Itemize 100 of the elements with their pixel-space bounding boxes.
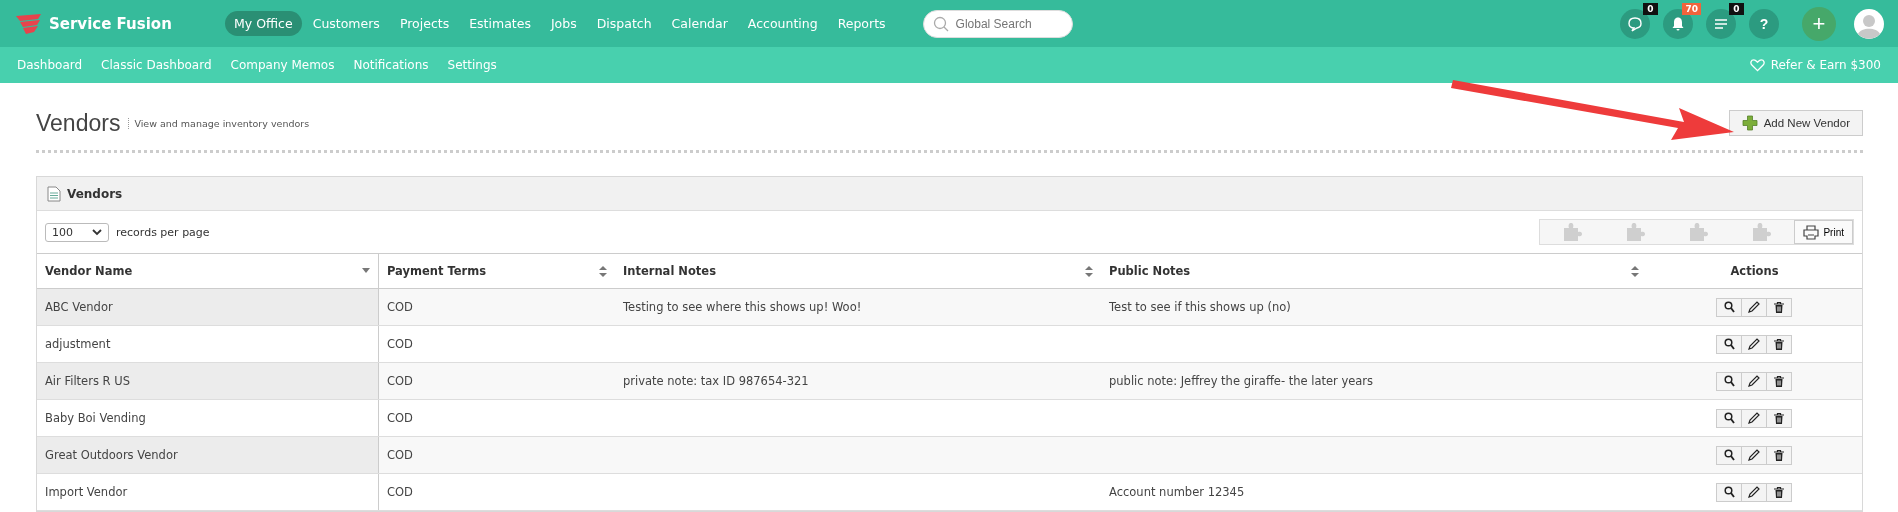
search-icon bbox=[1723, 301, 1735, 313]
search-icon bbox=[1723, 375, 1735, 387]
edit-button[interactable] bbox=[1741, 371, 1767, 391]
help-button[interactable]: ? bbox=[1749, 8, 1779, 39]
refer-link[interactable]: Refer & Earn $300 bbox=[1749, 58, 1881, 72]
table-cell: adjustment bbox=[37, 325, 379, 363]
view-button[interactable] bbox=[1716, 445, 1742, 465]
trash-icon bbox=[1774, 412, 1784, 424]
trash-icon bbox=[1774, 375, 1784, 387]
edit-button[interactable] bbox=[1741, 334, 1767, 354]
pencil-icon bbox=[1748, 486, 1760, 498]
subnav-link[interactable]: Classic Dashboard bbox=[101, 58, 212, 72]
pencil-icon bbox=[1748, 301, 1760, 313]
add-vendor-button[interactable]: Add New Vendor bbox=[1728, 110, 1863, 136]
table-cell: COD bbox=[378, 436, 615, 474]
edit-button[interactable] bbox=[1741, 482, 1767, 502]
add-button[interactable]: + bbox=[1802, 6, 1836, 41]
document-icon bbox=[47, 185, 61, 202]
column-header[interactable]: Payment Terms bbox=[378, 253, 615, 289]
subnav-link[interactable]: Dashboard bbox=[17, 58, 83, 72]
plus-icon bbox=[1741, 115, 1758, 131]
nav-tab[interactable]: Jobs bbox=[541, 11, 586, 36]
nav-tab[interactable]: Projects bbox=[390, 11, 459, 36]
edit-button[interactable] bbox=[1741, 408, 1767, 428]
search-icon bbox=[1723, 449, 1735, 461]
trash-icon bbox=[1774, 338, 1784, 350]
view-button[interactable] bbox=[1716, 297, 1742, 317]
subnav-link[interactable]: Notifications bbox=[353, 58, 429, 72]
sort-icon bbox=[1631, 265, 1639, 277]
pencil-icon bbox=[1748, 449, 1760, 461]
pencil-icon bbox=[1748, 338, 1760, 350]
column-header[interactable]: Vendor Name bbox=[37, 253, 379, 289]
subnav-link[interactable]: Settings bbox=[447, 58, 497, 72]
sort-icon bbox=[1085, 265, 1093, 277]
count-badge: 70 bbox=[1682, 2, 1701, 15]
search-icon bbox=[1723, 412, 1735, 424]
delete-button[interactable] bbox=[1766, 482, 1792, 502]
brand-name: Service Fusion bbox=[49, 14, 172, 33]
speech-bubble-icon bbox=[1627, 15, 1643, 32]
pencil-icon bbox=[1748, 375, 1760, 387]
table-cell: Great Outdoors Vendor bbox=[37, 436, 379, 474]
table-cell: Account number 12345 bbox=[1109, 485, 1245, 499]
count-badge: 0 bbox=[1643, 2, 1658, 15]
edit-button[interactable] bbox=[1741, 445, 1767, 465]
bell-icon bbox=[1670, 15, 1686, 32]
nav-tab[interactable]: My Office bbox=[225, 11, 302, 36]
records-per-page-label: records per page bbox=[116, 225, 210, 239]
delete-button[interactable] bbox=[1766, 408, 1792, 428]
search-icon bbox=[1723, 486, 1735, 498]
delete-button[interactable] bbox=[1766, 334, 1792, 354]
nav-tab[interactable]: Customers bbox=[303, 11, 389, 36]
search-icon bbox=[1723, 338, 1735, 350]
table-cell: COD bbox=[378, 362, 615, 400]
view-button[interactable] bbox=[1716, 482, 1742, 502]
column-header[interactable]: Public Notes bbox=[1101, 253, 1647, 289]
delete-button[interactable] bbox=[1766, 371, 1792, 391]
table-cell: COD bbox=[378, 288, 615, 326]
view-button[interactable] bbox=[1716, 371, 1742, 391]
table-cell: Testing to see where this shows up! Woo! bbox=[623, 300, 862, 314]
chevron-down-icon bbox=[92, 228, 102, 236]
search-field[interactable]: Global Search bbox=[922, 9, 1073, 38]
table-cell: Test to see if this shows up (no) bbox=[1109, 300, 1291, 314]
column-header[interactable]: Actions bbox=[1647, 253, 1862, 289]
view-button[interactable] bbox=[1716, 334, 1742, 354]
sort-down-icon bbox=[362, 268, 370, 274]
search-icon bbox=[932, 15, 949, 32]
table-cell: Import Vendor bbox=[37, 473, 379, 511]
nav-tab[interactable]: Accounting bbox=[738, 11, 827, 36]
logo-icon bbox=[14, 12, 44, 35]
count-badge: 0 bbox=[1729, 2, 1744, 15]
table-cell: COD bbox=[378, 473, 615, 511]
column-header[interactable]: Internal Notes bbox=[615, 253, 1101, 289]
trash-icon bbox=[1774, 449, 1784, 461]
printer-icon bbox=[1803, 224, 1820, 240]
table-cell: COD bbox=[378, 325, 615, 363]
heart-icon bbox=[1749, 58, 1765, 72]
page-title: Vendors bbox=[36, 109, 121, 137]
nav-tab[interactable]: Calendar bbox=[662, 11, 737, 36]
pencil-icon bbox=[1748, 412, 1760, 424]
print-button[interactable]: Print bbox=[1794, 220, 1853, 244]
table-cell: public note: Jeffrey the giraffe- the later years bbox=[1109, 374, 1374, 388]
sort-icon bbox=[599, 265, 607, 277]
table-cell: Baby Boi Vending bbox=[37, 399, 379, 437]
edit-button[interactable] bbox=[1741, 297, 1767, 317]
trash-icon bbox=[1774, 486, 1784, 498]
delete-button[interactable] bbox=[1766, 445, 1792, 465]
view-button[interactable] bbox=[1716, 408, 1742, 428]
delete-button[interactable] bbox=[1766, 297, 1792, 317]
page-subtitle: View and manage inventory vendors bbox=[128, 117, 310, 129]
nav-tab[interactable]: Estimates bbox=[460, 11, 540, 36]
table-cell: COD bbox=[378, 399, 615, 437]
panel-title: Vendors bbox=[67, 186, 123, 201]
nav-tab[interactable]: Dispatch bbox=[587, 11, 661, 36]
nav-tab[interactable]: Reports bbox=[828, 11, 895, 36]
subnav-link[interactable]: Company Memos bbox=[230, 58, 335, 72]
page-size-select[interactable]: 100 bbox=[45, 222, 109, 242]
table-cell: private note: tax ID 987654-321 bbox=[623, 374, 809, 388]
table-cell: ABC Vendor bbox=[37, 288, 379, 326]
trash-icon bbox=[1774, 301, 1784, 313]
table-cell: Air Filters R US bbox=[37, 362, 379, 400]
